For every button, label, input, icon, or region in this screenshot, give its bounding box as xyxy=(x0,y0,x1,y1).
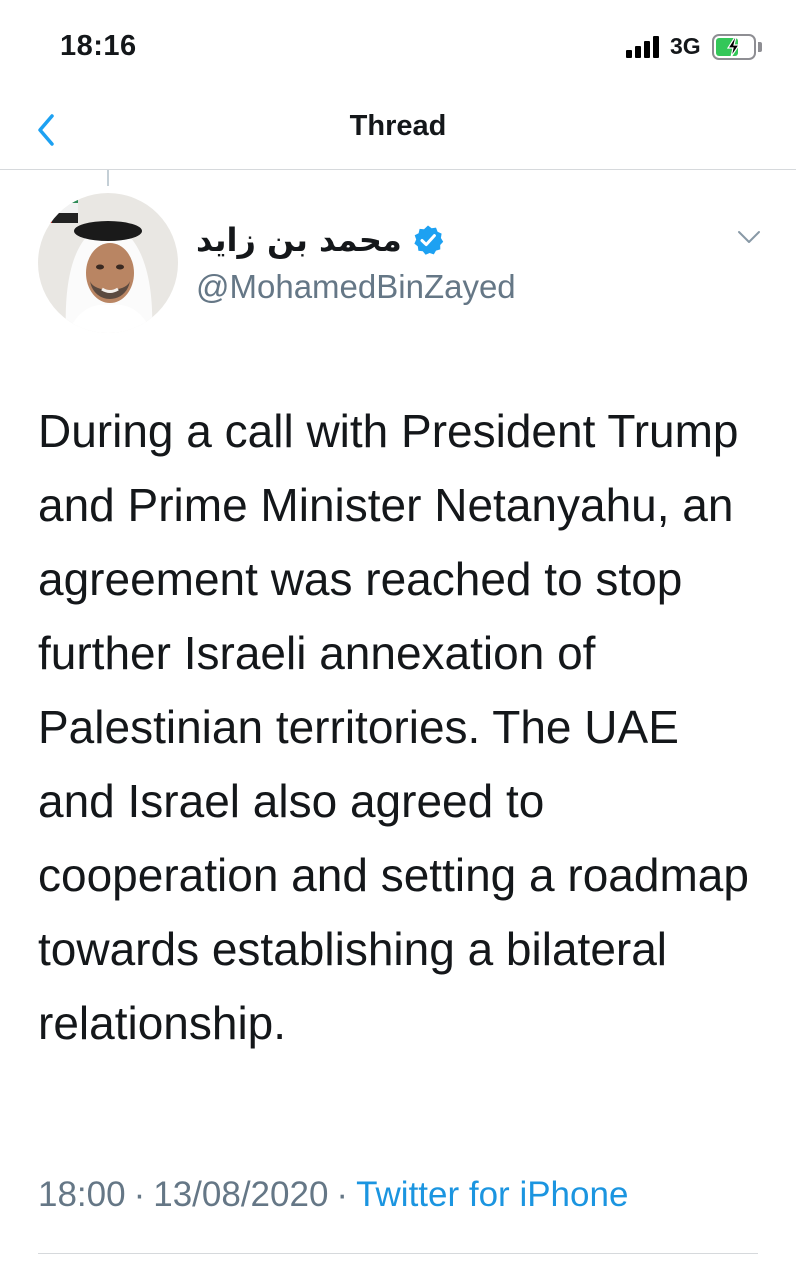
navigation-bar: Thread xyxy=(0,96,796,170)
more-options-button[interactable] xyxy=(734,222,764,252)
divider xyxy=(38,1253,758,1254)
status-time: 18:16 xyxy=(60,30,137,62)
signal-strength-icon xyxy=(626,36,662,58)
tweet-source-link[interactable]: Twitter for iPhone xyxy=(356,1175,628,1214)
tweet-thread-screen: 18:16 3G Thread محمد بن زايد @MohamedBin… xyxy=(0,0,796,1280)
display-name[interactable]: محمد بن زايد xyxy=(196,221,402,259)
meta-separator: · xyxy=(336,1175,349,1214)
chevron-down-icon xyxy=(738,231,760,243)
author-name-row[interactable]: محمد بن زايد xyxy=(196,216,444,264)
tweet-metadata: 18:00 · 13/08/2020 · Twitter for iPhone xyxy=(38,1175,628,1215)
author-handle[interactable]: @MohamedBinZayed xyxy=(196,268,516,306)
verified-badge-icon xyxy=(414,225,443,255)
battery-charging-icon xyxy=(712,34,762,60)
network-type: 3G xyxy=(670,33,701,59)
tweet-time[interactable]: 18:00 xyxy=(38,1175,126,1214)
meta-separator: · xyxy=(133,1175,146,1214)
tweet-text: During a call with President Trump and P… xyxy=(38,405,749,1049)
status-bar: 18:16 3G xyxy=(0,0,796,96)
tweet-date[interactable]: 13/08/2020 xyxy=(153,1175,328,1214)
page-title: Thread xyxy=(349,110,447,142)
thread-connector-line xyxy=(107,170,109,186)
avatar[interactable] xyxy=(38,193,178,333)
